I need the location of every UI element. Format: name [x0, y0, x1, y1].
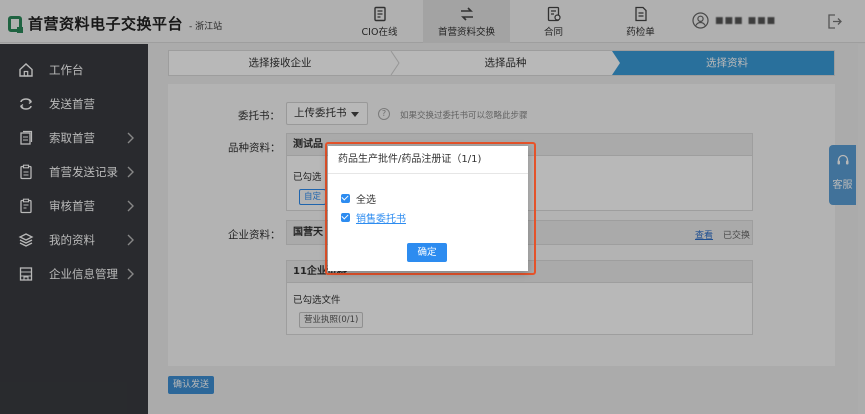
select-all-checkbox[interactable] [341, 194, 350, 203]
doc-select-dialog: 药品生产批件/药品注册证（1/1) 全选 销售委托书 确定 [328, 146, 528, 271]
doc-item-link[interactable]: 销售委托书 [356, 210, 406, 225]
select-all-label: 全选 [356, 195, 376, 206]
doc-item-checkbox[interactable] [341, 213, 350, 222]
select-all-row[interactable]: 全选 [341, 191, 376, 206]
doc-item-row[interactable]: 销售委托书 [341, 210, 406, 225]
dialog-ok-button[interactable]: 确定 [407, 243, 447, 262]
dialog-title: 药品生产批件/药品注册证（1/1) [328, 146, 528, 174]
